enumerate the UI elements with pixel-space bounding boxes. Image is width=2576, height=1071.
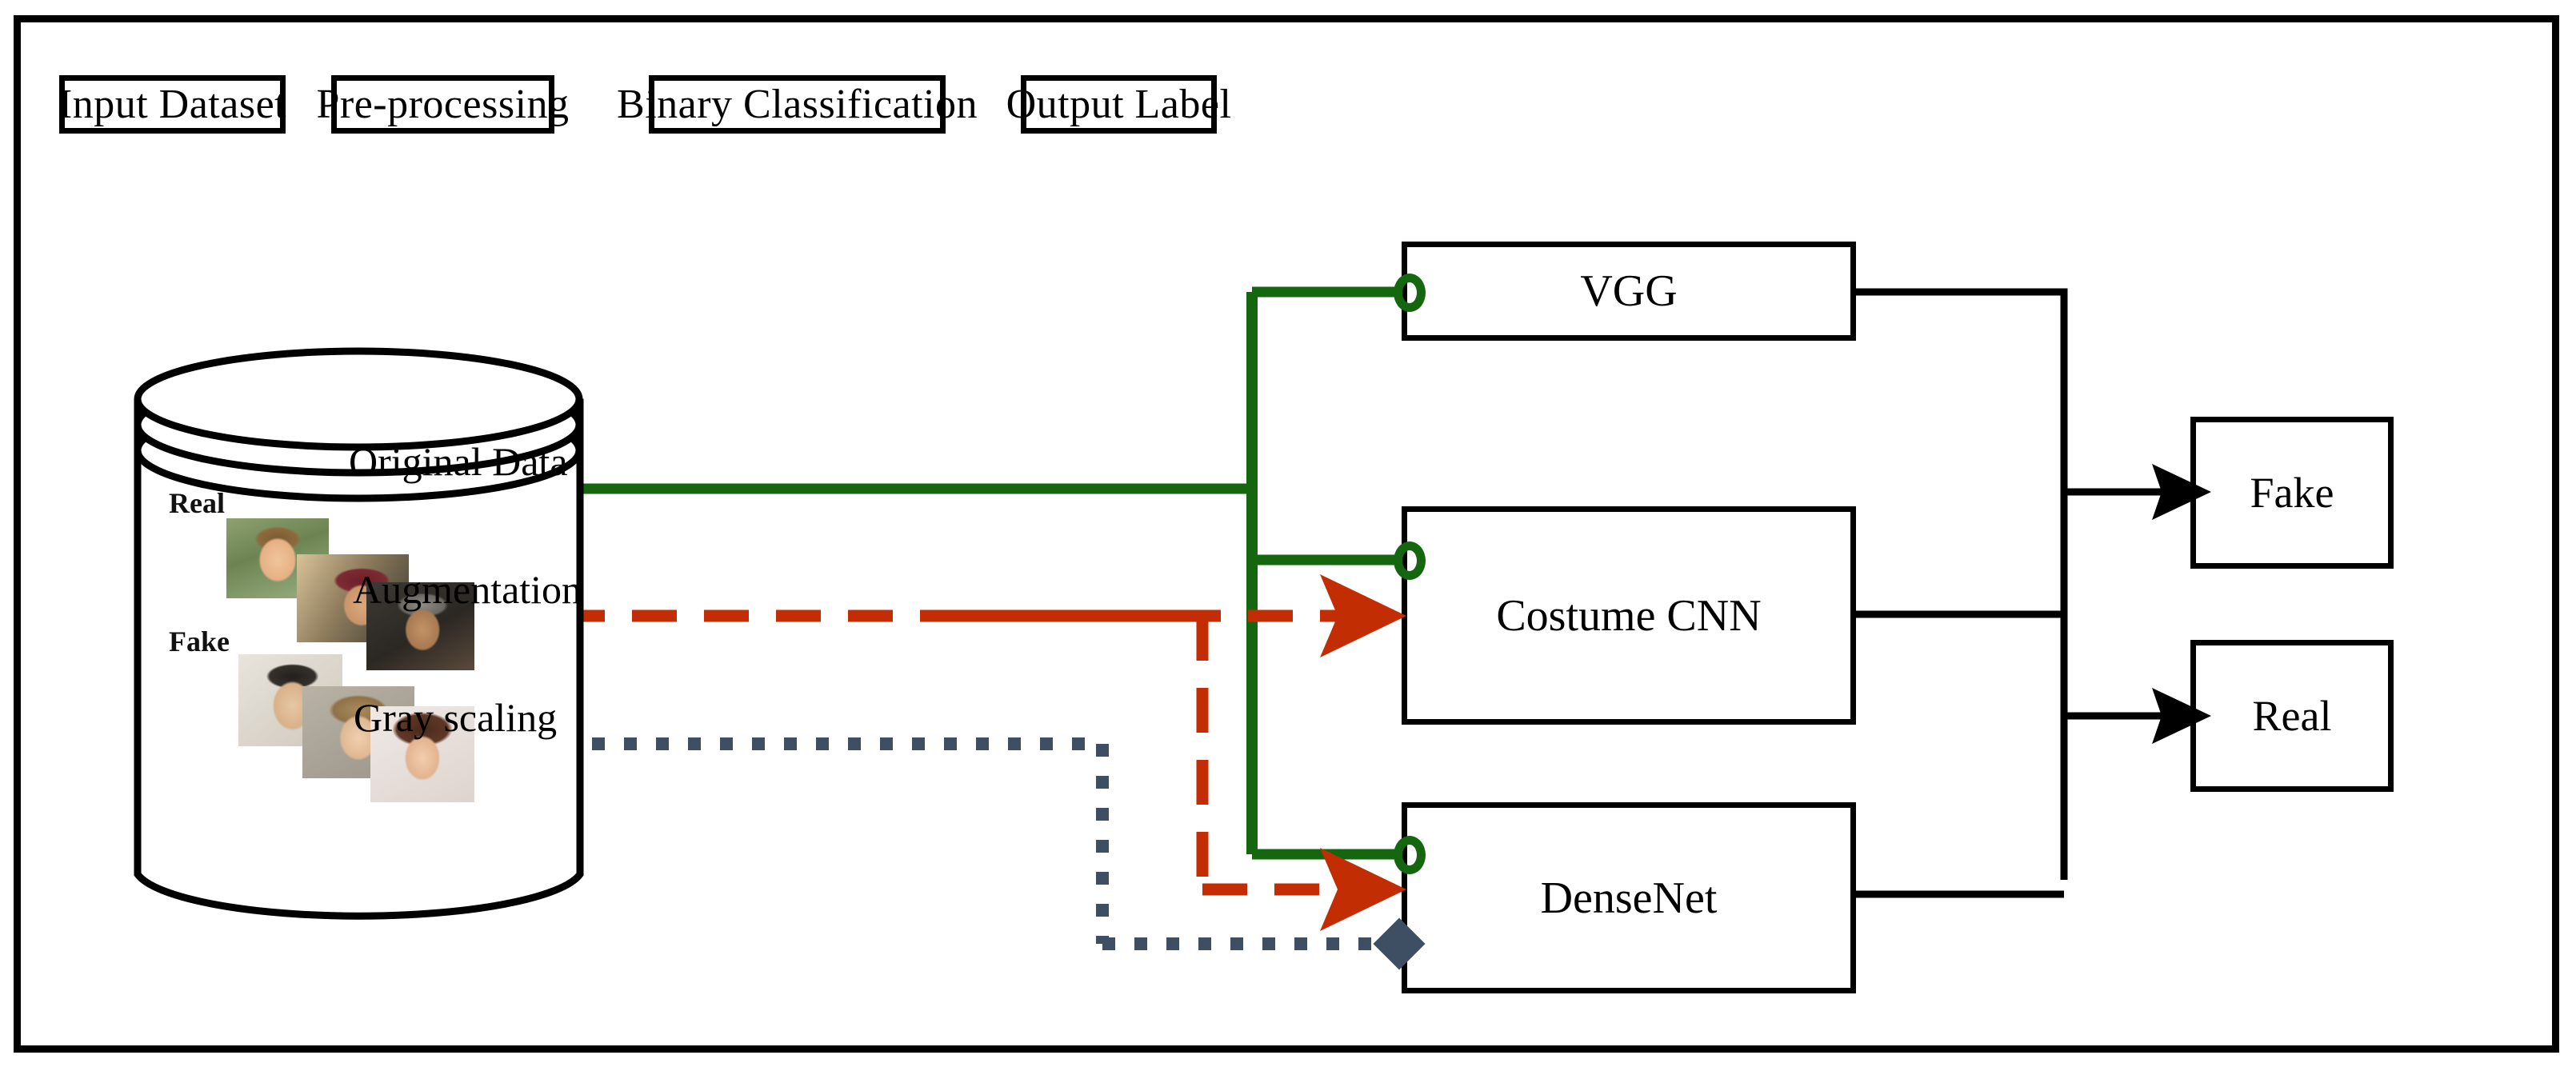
- diagram-canvas: Input Dataset Pre-processing Binary Clas…: [0, 0, 2576, 1071]
- output-label-real: Real: [2252, 692, 2332, 740]
- connector-circle-costume-cnn: [1394, 541, 1426, 580]
- header-box-pre-processing: Pre-processing: [316, 75, 569, 134]
- header-box-binary-classification: Binary Classification: [617, 75, 978, 134]
- header-label-pre-processing: Pre-processing: [316, 82, 570, 127]
- header-label-input-dataset: Input Dataset: [58, 82, 287, 127]
- model-label-vgg: VGG: [1580, 266, 1678, 316]
- dataset-label-fake-text: Fake: [169, 625, 230, 657]
- output-box-fake[interactable]: Fake: [2190, 417, 2394, 569]
- connector-circle-densenet: [1394, 836, 1426, 874]
- dataset-group-label-fake: Fake: [169, 625, 230, 658]
- model-label-densenet: DenseNet: [1540, 873, 1718, 923]
- edge-gray-scaling: [560, 737, 1390, 950]
- output-box-real[interactable]: Real: [2190, 640, 2394, 792]
- dataset-group-label-real: Real: [169, 486, 225, 520]
- header-label-binary-classification: Binary Classification: [617, 82, 978, 127]
- model-label-costume-cnn: Costume CNN: [1496, 590, 1762, 641]
- edge-model-outputs: [1854, 288, 2174, 898]
- header-box-output-label: Output Label: [1006, 75, 1231, 134]
- edge-label-gray-scaling-text: Gray scaling: [354, 695, 558, 740]
- output-label-fake: Fake: [2250, 469, 2334, 517]
- model-box-vgg[interactable]: VGG: [1402, 242, 1856, 341]
- edge-label-augmentation: Augmentation: [353, 566, 582, 613]
- edge-label-original-data: Original Data: [349, 438, 568, 485]
- model-box-densenet[interactable]: DenseNet: [1402, 802, 1856, 993]
- edge-label-augmentation-text: Augmentation: [353, 567, 582, 612]
- edge-label-gray-scaling: Gray scaling: [354, 694, 557, 741]
- header-label-output-label: Output Label: [1006, 82, 1232, 127]
- header-box-input-dataset: Input Dataset: [58, 75, 287, 134]
- connector-circle-vgg: [1394, 274, 1426, 312]
- edge-original-data: [560, 286, 1410, 860]
- edge-augmentation: [560, 609, 1374, 896]
- arrowhead-augmentation-cnn: [1320, 574, 1406, 657]
- dataset-label-real-text: Real: [169, 487, 225, 519]
- model-box-costume-cnn[interactable]: Costume CNN: [1402, 506, 1856, 725]
- diagram-outer-frame: Input Dataset Pre-processing Binary Clas…: [14, 15, 2559, 1053]
- edge-label-original-data-text: Original Data: [349, 439, 568, 484]
